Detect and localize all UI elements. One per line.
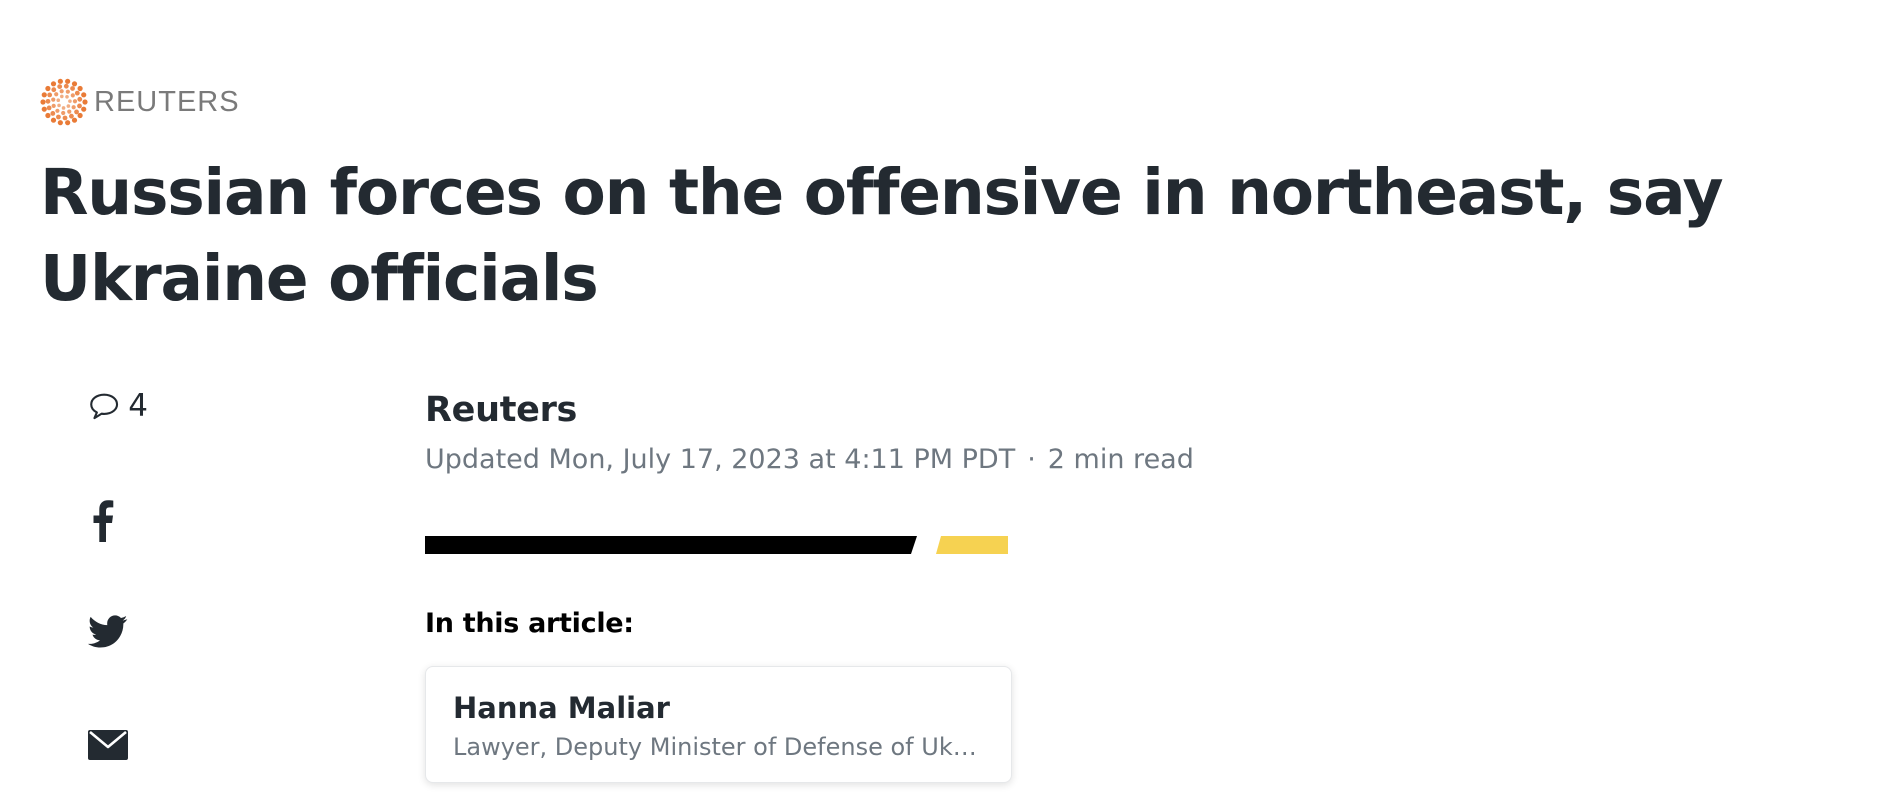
logo-dot	[57, 84, 63, 89]
logo-dot	[66, 104, 71, 108]
logo-dot	[70, 93, 75, 98]
logo-dot	[56, 114, 61, 120]
logo-dot	[57, 120, 63, 126]
stripe-dark-bar	[425, 536, 917, 554]
updated-timestamp: Updated Mon, July 17, 2023 at 4:11 PM PD…	[425, 444, 1016, 475]
logo-dot	[71, 117, 78, 123]
logo-dot	[65, 120, 71, 126]
share-twitter-button[interactable]	[88, 615, 128, 649]
decorative-stripe	[425, 536, 1008, 554]
meta-separator: ·	[1027, 444, 1036, 475]
reuters-dots-logo-icon	[40, 78, 88, 126]
logo-dot	[54, 92, 59, 97]
logo-dot	[74, 109, 79, 115]
entity-name: Hanna Maliar	[453, 691, 670, 725]
speech-bubble-icon	[90, 393, 119, 420]
in-this-article-label: In this article:	[425, 608, 634, 639]
logo-dot	[71, 105, 76, 110]
logo-dot	[81, 106, 87, 112]
logo-dot	[45, 85, 51, 92]
logo-dot	[67, 109, 72, 114]
logo-dot	[62, 115, 68, 121]
logo-dot	[77, 96, 83, 102]
logo-dot	[59, 89, 64, 94]
entity-card[interactable]: Hanna Maliar Lawyer, Deputy Minister of …	[425, 666, 1012, 783]
twitter-bird-icon	[88, 615, 128, 648]
entity-description: Lawyer, Deputy Minister of Defense of Uk…	[453, 733, 983, 761]
article-meta: Updated Mon, July 17, 2023 at 4:11 PM PD…	[425, 444, 1194, 475]
article-headline: Russian forces on the offensive in north…	[40, 156, 1724, 315]
logo-dot	[71, 81, 78, 87]
logo-dot	[45, 112, 51, 119]
logo-dot	[40, 99, 46, 105]
comment-count: 4	[128, 388, 148, 424]
logo-dot	[81, 92, 87, 98]
stripe-accent-bar	[936, 536, 1008, 554]
logo-dot	[41, 92, 47, 98]
logo-dot	[56, 98, 61, 103]
logo-dot	[65, 89, 70, 94]
byline: Reuters Updated Mon, July 17, 2023 at 4:…	[425, 390, 1194, 475]
logo-dot	[57, 78, 63, 84]
reuters-logo[interactable]: REUTERS	[40, 78, 240, 126]
share-bar: 4	[88, 388, 148, 760]
comments-button[interactable]: 4	[88, 388, 148, 424]
logo-dot	[51, 87, 57, 93]
brand-name: REUTERS	[94, 85, 240, 118]
logo-dot	[60, 94, 64, 99]
logo-dot	[82, 99, 88, 105]
logo-dot	[61, 110, 66, 116]
logo-dot	[72, 99, 78, 104]
logo-dot	[41, 106, 47, 112]
logo-dot	[50, 117, 57, 123]
logo-dot	[74, 90, 80, 96]
share-facebook-button[interactable]	[92, 500, 114, 542]
logo-dot	[55, 108, 60, 113]
facebook-icon	[93, 500, 114, 542]
logo-dot	[77, 103, 82, 109]
logo-dot	[50, 111, 56, 116]
logo-dot	[50, 81, 57, 87]
logo-dot	[65, 95, 69, 99]
logo-dot	[77, 85, 83, 92]
logo-dot	[57, 103, 61, 108]
logo-dot	[70, 86, 75, 91]
logo-dot	[65, 78, 71, 84]
logo-dot	[69, 113, 74, 119]
author-name: Reuters	[425, 390, 578, 430]
logo-dot	[77, 112, 83, 119]
logo-dot	[63, 83, 69, 89]
share-email-button[interactable]	[88, 730, 128, 760]
logo-dot	[47, 92, 53, 98]
logo-dot	[51, 97, 56, 102]
email-envelope-icon	[88, 730, 128, 760]
logo-dot	[68, 99, 72, 103]
logo-dot	[46, 105, 52, 111]
logo-dot	[51, 103, 56, 108]
logo-dot	[45, 98, 51, 104]
read-time: 2 min read	[1047, 444, 1194, 475]
logo-dot	[61, 106, 66, 110]
